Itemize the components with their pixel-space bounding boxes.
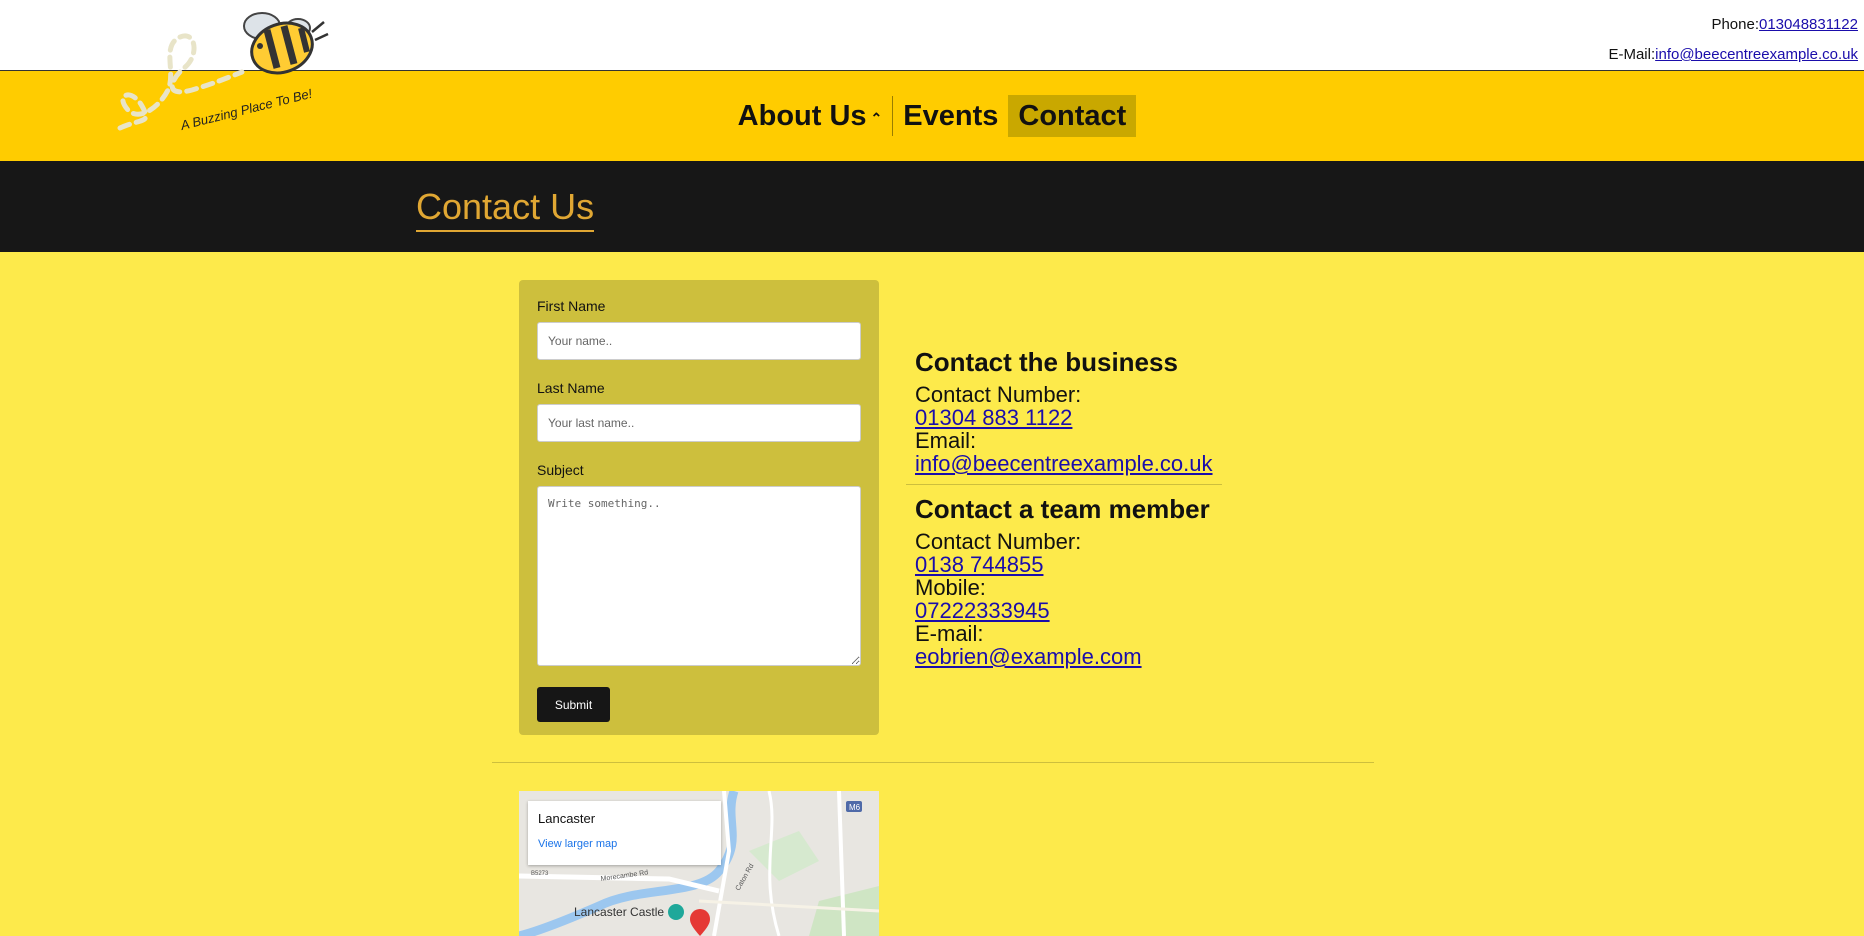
m6-badge-text: M6	[849, 803, 861, 812]
last-name-input[interactable]	[537, 404, 861, 442]
contact-details: Contact the business Contact Number: 013…	[906, 340, 1222, 675]
team-mobile-link[interactable]: 07222333945	[915, 599, 1213, 622]
team-heading: Contact a team member	[915, 494, 1210, 524]
road-label-b5273: B5273	[531, 871, 549, 877]
business-email-link[interactable]: info@beecentreexample.co.uk	[915, 452, 1213, 475]
contact-form: First Name Last Name Subject Submit	[519, 280, 879, 735]
nav-contact-label: Contact	[1018, 99, 1127, 132]
business-heading: Contact the business	[915, 347, 1178, 377]
team-number-label: Contact Number:	[915, 529, 1082, 554]
first-name-label: First Name	[537, 298, 606, 314]
map-info-card: Lancaster View larger map	[528, 801, 721, 865]
team-contact-section: Contact a team member Contact Number: 01…	[906, 487, 1222, 675]
business-phone-link[interactable]: 01304 883 1122	[915, 406, 1213, 429]
last-name-label: Last Name	[537, 380, 605, 396]
subject-label: Subject	[537, 462, 584, 478]
bee-logo-icon: A Buzzing Place To Be!	[117, 12, 329, 134]
map-landmark-label: Lancaster Castle	[574, 905, 664, 919]
first-name-input[interactable]	[537, 322, 861, 360]
nav-item-about-us[interactable]: About Us ⌃	[728, 95, 893, 137]
nav-events-label: Events	[903, 99, 999, 132]
view-larger-map-link[interactable]: View larger map	[538, 838, 711, 850]
team-email-label: E-mail:	[915, 621, 984, 646]
nav-about-label: About Us	[737, 99, 867, 132]
nav-item-contact[interactable]: Contact	[1008, 95, 1137, 137]
header-phone-row: Phone:013048831122	[1608, 10, 1858, 40]
logo-tagline: A Buzzing Place To Be!	[178, 86, 314, 134]
team-phone-link[interactable]: 0138 744855	[915, 553, 1213, 576]
details-divider	[906, 484, 1222, 485]
page-title-band: Contact Us	[0, 161, 1864, 252]
map-place-name: Lancaster	[538, 811, 596, 826]
header-phone-link[interactable]: 013048831122	[1759, 16, 1858, 33]
header-email-link[interactable]: info@beecentreexample.co.uk	[1655, 46, 1858, 63]
site-logo[interactable]: A Buzzing Place To Be!	[112, 6, 332, 136]
business-email-label: Email:	[915, 428, 977, 453]
header-email-row: E-Mail:info@beecentreexample.co.uk	[1608, 40, 1858, 70]
header-phone-label: Phone:	[1711, 16, 1759, 33]
submit-button[interactable]: Submit	[537, 687, 610, 722]
team-mobile-label: Mobile:	[915, 575, 986, 600]
header-contact-info: Phone:013048831122 E-Mail:info@beecentre…	[1608, 10, 1858, 70]
business-contact-section: Contact the business Contact Number: 013…	[906, 340, 1222, 482]
business-number-label: Contact Number:	[915, 382, 1082, 407]
embedded-map[interactable]: M6 Morecambe Rd Caton Rd B5273 Lancaster…	[519, 791, 879, 936]
page-title: Contact Us	[416, 186, 595, 232]
header-email-label: E-Mail:	[1608, 46, 1656, 63]
nav-item-events[interactable]: Events	[893, 95, 1008, 137]
team-email-link[interactable]: eobrien@example.com	[915, 645, 1213, 668]
caret-up-icon: ⌃	[870, 109, 883, 126]
subject-textarea[interactable]	[537, 486, 861, 666]
section-divider	[492, 762, 1374, 763]
